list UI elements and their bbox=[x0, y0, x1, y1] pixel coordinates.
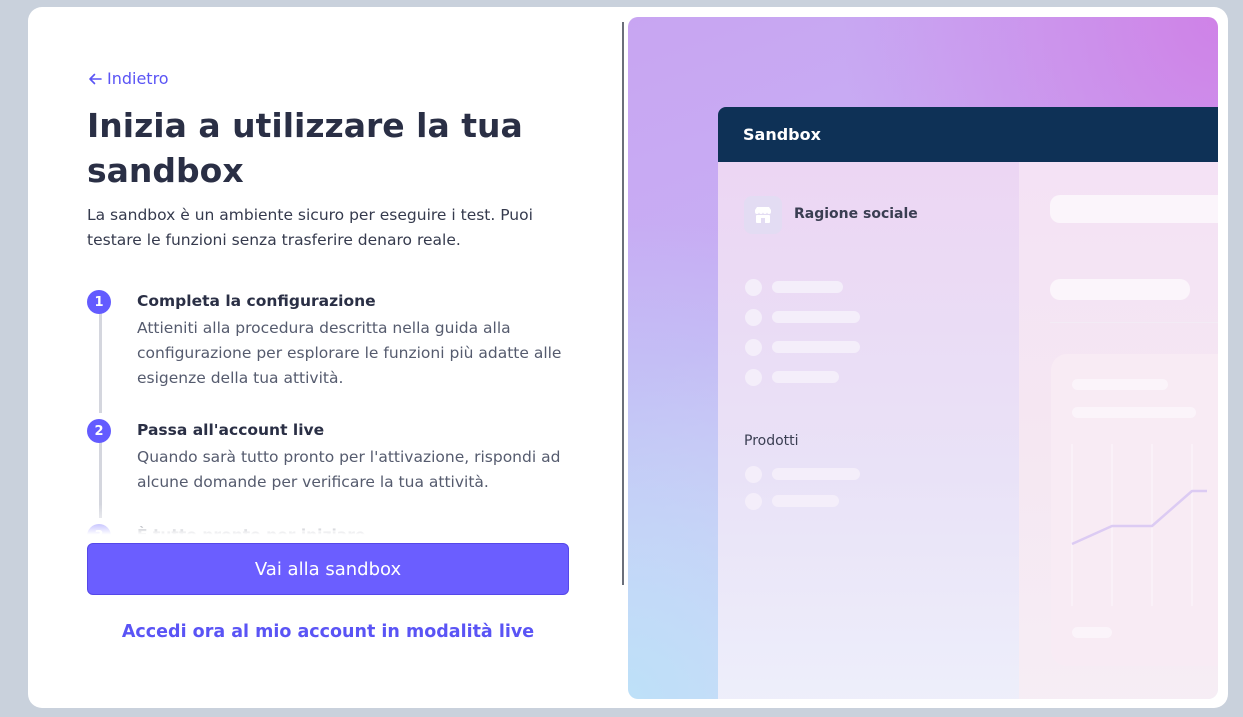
onboarding-card: Indietro Inizia a utilizzare la tua sand… bbox=[28, 7, 1228, 708]
dashboard-mockup: Sandbox Ragione sociale Prodotti bbox=[718, 107, 1218, 699]
steps-list: 1 Completa la configurazione Attieniti a… bbox=[87, 283, 567, 538]
placeholder-search bbox=[1050, 195, 1218, 223]
step-description: Quando sarà tutto pronto per l'attivazio… bbox=[137, 448, 561, 491]
store-icon bbox=[755, 207, 771, 223]
placeholder-bar bbox=[772, 495, 839, 507]
arrow-left-icon bbox=[89, 73, 102, 84]
placeholder-dot bbox=[745, 493, 762, 510]
placeholder-bar bbox=[1050, 279, 1190, 300]
step-number: 3 bbox=[87, 524, 111, 538]
live-account-link[interactable]: Accedi ora al mio account in modalità li… bbox=[87, 622, 569, 642]
scrollbar[interactable] bbox=[622, 22, 624, 585]
placeholder-bar bbox=[772, 371, 839, 383]
placeholder-chart-card bbox=[1051, 354, 1218, 666]
back-label: Indietro bbox=[107, 69, 169, 88]
placeholder-bar bbox=[772, 341, 860, 353]
step-number: 2 bbox=[87, 419, 111, 443]
placeholder-dot bbox=[745, 466, 762, 483]
placeholder-dot bbox=[745, 309, 762, 326]
go-to-sandbox-button[interactable]: Vai alla sandbox bbox=[87, 543, 569, 595]
mockup-content bbox=[1019, 162, 1218, 699]
placeholder-dot bbox=[745, 369, 762, 386]
back-link[interactable]: Indietro bbox=[87, 69, 169, 88]
store-icon bbox=[744, 196, 782, 234]
mockup-sidebar: Ragione sociale Prodotti bbox=[718, 162, 1019, 699]
placeholder-dot bbox=[745, 279, 762, 296]
company-name-label: Ragione sociale bbox=[794, 206, 918, 222]
step-number: 1 bbox=[87, 290, 111, 314]
placeholder-dot bbox=[745, 339, 762, 356]
step-rail bbox=[99, 442, 102, 518]
sandbox-illustration: Sandbox Ragione sociale Prodotti bbox=[628, 17, 1218, 699]
step-title: Passa all'account live bbox=[137, 421, 325, 439]
placeholder-bar bbox=[772, 468, 860, 480]
step-title: Completa la configurazione bbox=[137, 292, 376, 310]
step-title: È tutto pronto per iniziare bbox=[137, 526, 366, 538]
placeholder-bar bbox=[1072, 627, 1112, 638]
placeholder-bar bbox=[772, 281, 843, 293]
page-title: Inizia a utilizzare la tua sandbox bbox=[87, 106, 523, 190]
intro-text: La sandbox è un ambiente sicuro per eseg… bbox=[87, 206, 533, 249]
mockup-title: Sandbox bbox=[743, 125, 821, 144]
products-label: Prodotti bbox=[744, 433, 799, 449]
placeholder-divider bbox=[1050, 322, 1218, 323]
placeholder-bar bbox=[772, 311, 860, 323]
mockup-header: Sandbox bbox=[718, 107, 1218, 162]
step-description: Attieniti alla procedura descritta nella… bbox=[137, 319, 562, 387]
step-rail bbox=[99, 307, 102, 413]
placeholder-chart bbox=[1071, 444, 1207, 606]
